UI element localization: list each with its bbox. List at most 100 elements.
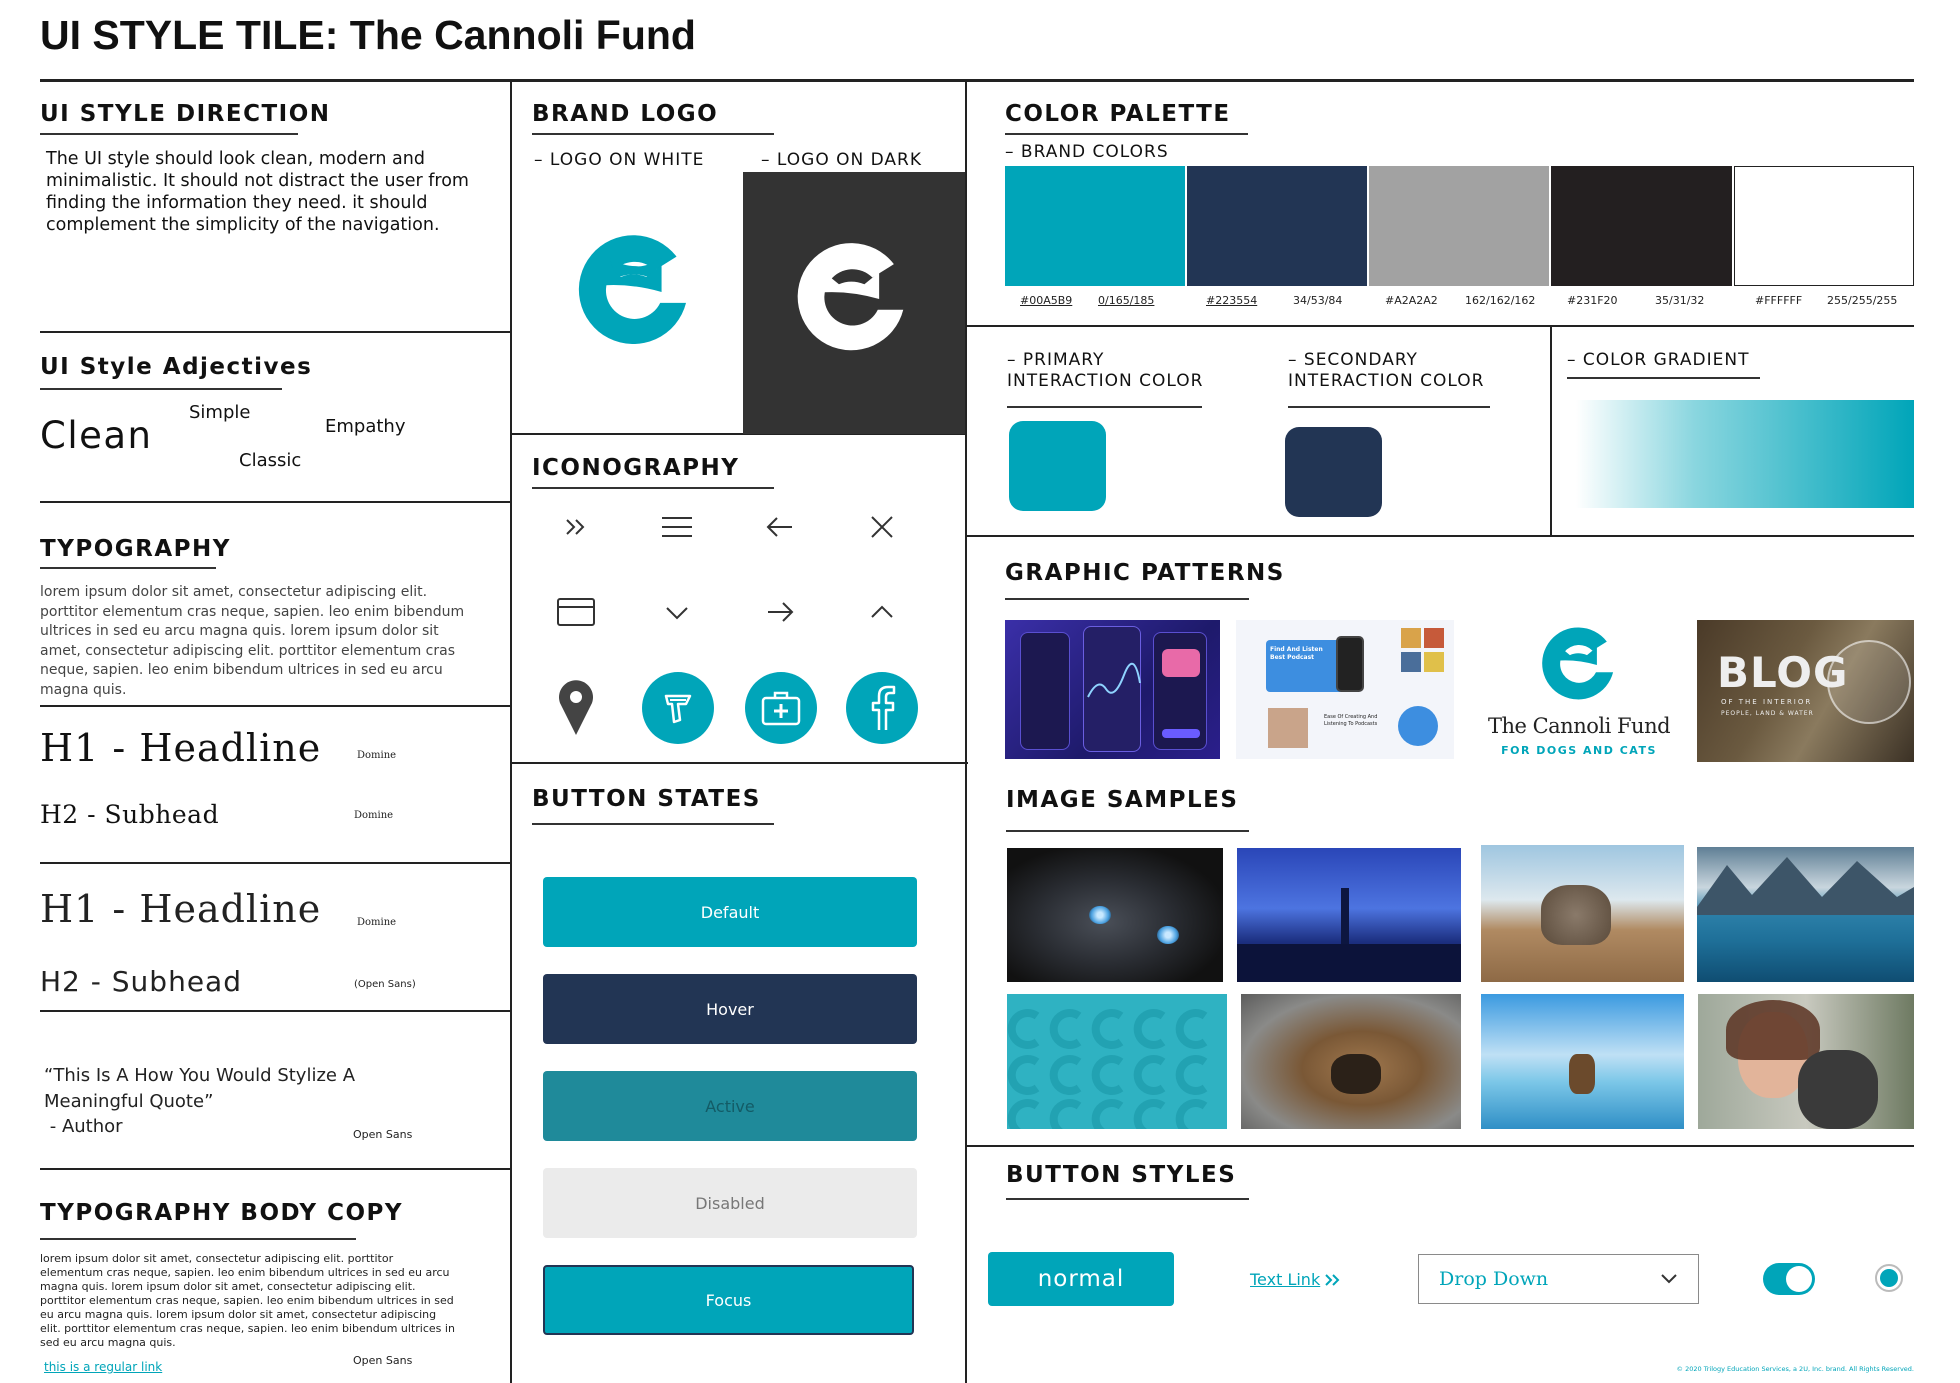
normal-button[interactable]: normal [988, 1252, 1174, 1306]
swatch-rgb-label: 0/165/185 [1098, 294, 1155, 307]
image-sample-dog-beach [1481, 994, 1684, 1129]
divider [40, 1010, 510, 1012]
first-aid-kit-icon[interactable] [745, 672, 817, 744]
underline [1005, 133, 1248, 135]
underline [40, 133, 298, 135]
phone-mockup [1020, 632, 1070, 750]
quote-text: “This Is A How You Would Stylize A Meani… [44, 1065, 356, 1112]
thumbnail [1401, 652, 1421, 672]
footer-copyright: © 2020 Trilogy Education Services, a 2U,… [1676, 1365, 1914, 1373]
h2-font-name-alt: (Open Sans) [354, 979, 416, 990]
radio-dot [1880, 1269, 1898, 1287]
adjectives-title: UI Style Adjectives [40, 354, 313, 380]
column-divider-3 [1550, 327, 1552, 535]
c-pattern-icon [1007, 1009, 1208, 1129]
dropdown-value: Drop Down [1439, 1268, 1549, 1290]
photo-block [1268, 708, 1308, 748]
chevron-down-icon[interactable] [647, 582, 707, 642]
image-sample-logo-pattern [1007, 994, 1227, 1129]
active-state-button[interactable]: Active [543, 1071, 917, 1141]
radio-button[interactable] [1875, 1264, 1903, 1292]
body-copy-title: TYPOGRAPHY BODY COPY [40, 1200, 404, 1226]
logo-on-white [565, 224, 701, 360]
primary-interaction-label-2: INTERACTION COLOR [1007, 371, 1204, 391]
underline [532, 487, 774, 489]
chevron-up-icon[interactable] [852, 582, 912, 642]
brand-logo-title: BRAND LOGO [532, 101, 719, 127]
swatch-hex-label: #00A5B9 [1020, 294, 1073, 307]
regular-link[interactable]: this is a regular link [44, 1360, 162, 1374]
mountain-silhouette [1697, 857, 1914, 915]
focus-state-button[interactable]: Focus [543, 1265, 914, 1335]
logo-tagline: FOR DOGS AND CATS [1501, 744, 1657, 757]
cat-c-logo-icon [1542, 627, 1614, 700]
brand-colors-label: – BRAND COLORS [1005, 142, 1169, 162]
divider [40, 862, 510, 864]
logo-on-dark [784, 232, 918, 366]
divider [40, 331, 510, 333]
double-chevron-right-icon[interactable] [546, 497, 606, 557]
underline [1007, 406, 1202, 408]
hover-state-button[interactable]: Hover [543, 974, 917, 1044]
swatch-hex-label: #FFFFFF [1755, 294, 1803, 307]
secondary-interaction-label-2: INTERACTION COLOR [1288, 371, 1485, 391]
page-title: UI STYLE TILE: The Cannoli Fund [40, 12, 696, 58]
underline [532, 133, 774, 135]
default-state-button[interactable]: Default [543, 877, 917, 947]
dropdown-select[interactable]: Drop Down [1418, 1254, 1699, 1304]
underline [1567, 377, 1760, 379]
typography-sample-text: lorem ipsum dolor sit amet, consectetur … [40, 584, 465, 698]
arrow-right-icon[interactable] [750, 582, 810, 642]
h2-subhead-sample-alt: H2 - Subhead [40, 965, 242, 998]
pattern-blog-header: BLOG OF THE INTERIOR PEOPLE, LAND & WATE… [1697, 620, 1914, 762]
swatch-teal [1005, 166, 1185, 286]
color-palette-title: COLOR PALETTE [1005, 101, 1231, 127]
cat-eye [1089, 906, 1111, 924]
cat-c-logo-icon [578, 235, 687, 345]
image-sample-black-cat [1007, 848, 1223, 982]
logo-wordmark: The Cannoli Fund [1487, 714, 1671, 738]
close-icon[interactable] [852, 497, 912, 557]
divider [965, 535, 1914, 537]
text-link[interactable]: Text Link [1250, 1270, 1342, 1289]
divider [40, 501, 510, 503]
swatch-rgb-label: 255/255/255 [1827, 294, 1898, 307]
hero-heading: Find And Listen Best Podcast [1270, 646, 1323, 661]
card-icon[interactable] [546, 582, 606, 642]
divider [40, 1168, 510, 1170]
iconography-title: ICONOGRAPHY [532, 455, 740, 481]
disabled-state-button: Disabled [543, 1168, 917, 1238]
quote-author: - Author [44, 1116, 123, 1137]
blog-subtitle: OF THE INTERIOR [1721, 698, 1813, 706]
thumbnail [1424, 652, 1444, 672]
color-gradient-label: – COLOR GRADIENT [1567, 350, 1750, 370]
app-card [1162, 649, 1200, 677]
arrow-left-icon[interactable] [750, 497, 810, 557]
headphones-block [1398, 706, 1438, 746]
toggle-switch[interactable] [1763, 1263, 1815, 1295]
column-divider-2 [965, 82, 967, 1383]
underline [40, 388, 282, 390]
blog-wordmark: BLOG [1717, 648, 1849, 697]
style-direction-title: UI STYLE DIRECTION [40, 101, 331, 127]
facebook-icon[interactable] [846, 672, 918, 744]
underline [40, 1238, 356, 1240]
grooming-icon[interactable] [642, 672, 714, 744]
column-divider-1 [510, 82, 512, 1383]
pattern-logo-lockup: The Cannoli Fund FOR DOGS AND CATS [1470, 618, 1688, 763]
hamburger-menu-icon[interactable] [647, 497, 707, 557]
h2-font-name: Domine [354, 810, 394, 821]
divider [40, 705, 510, 707]
map-pin-icon[interactable] [546, 677, 606, 737]
image-samples-title: IMAGE SAMPLES [1006, 787, 1239, 813]
button-states-title: BUTTON STATES [532, 786, 761, 812]
color-gradient-swatch [1576, 400, 1914, 508]
app-cta-button [1162, 729, 1200, 738]
underline [1006, 1198, 1249, 1200]
blog-subtitle-2: PEOPLE, LAND & WATER [1721, 710, 1814, 717]
body-copy-text: lorem ipsum dolor sit amet, consectetur … [40, 1252, 455, 1349]
secondary-interaction-label-1: – SECONDARY [1288, 350, 1418, 370]
thumbnail [1401, 628, 1421, 648]
dog-on-water [1569, 1054, 1595, 1094]
underline [1288, 406, 1490, 408]
